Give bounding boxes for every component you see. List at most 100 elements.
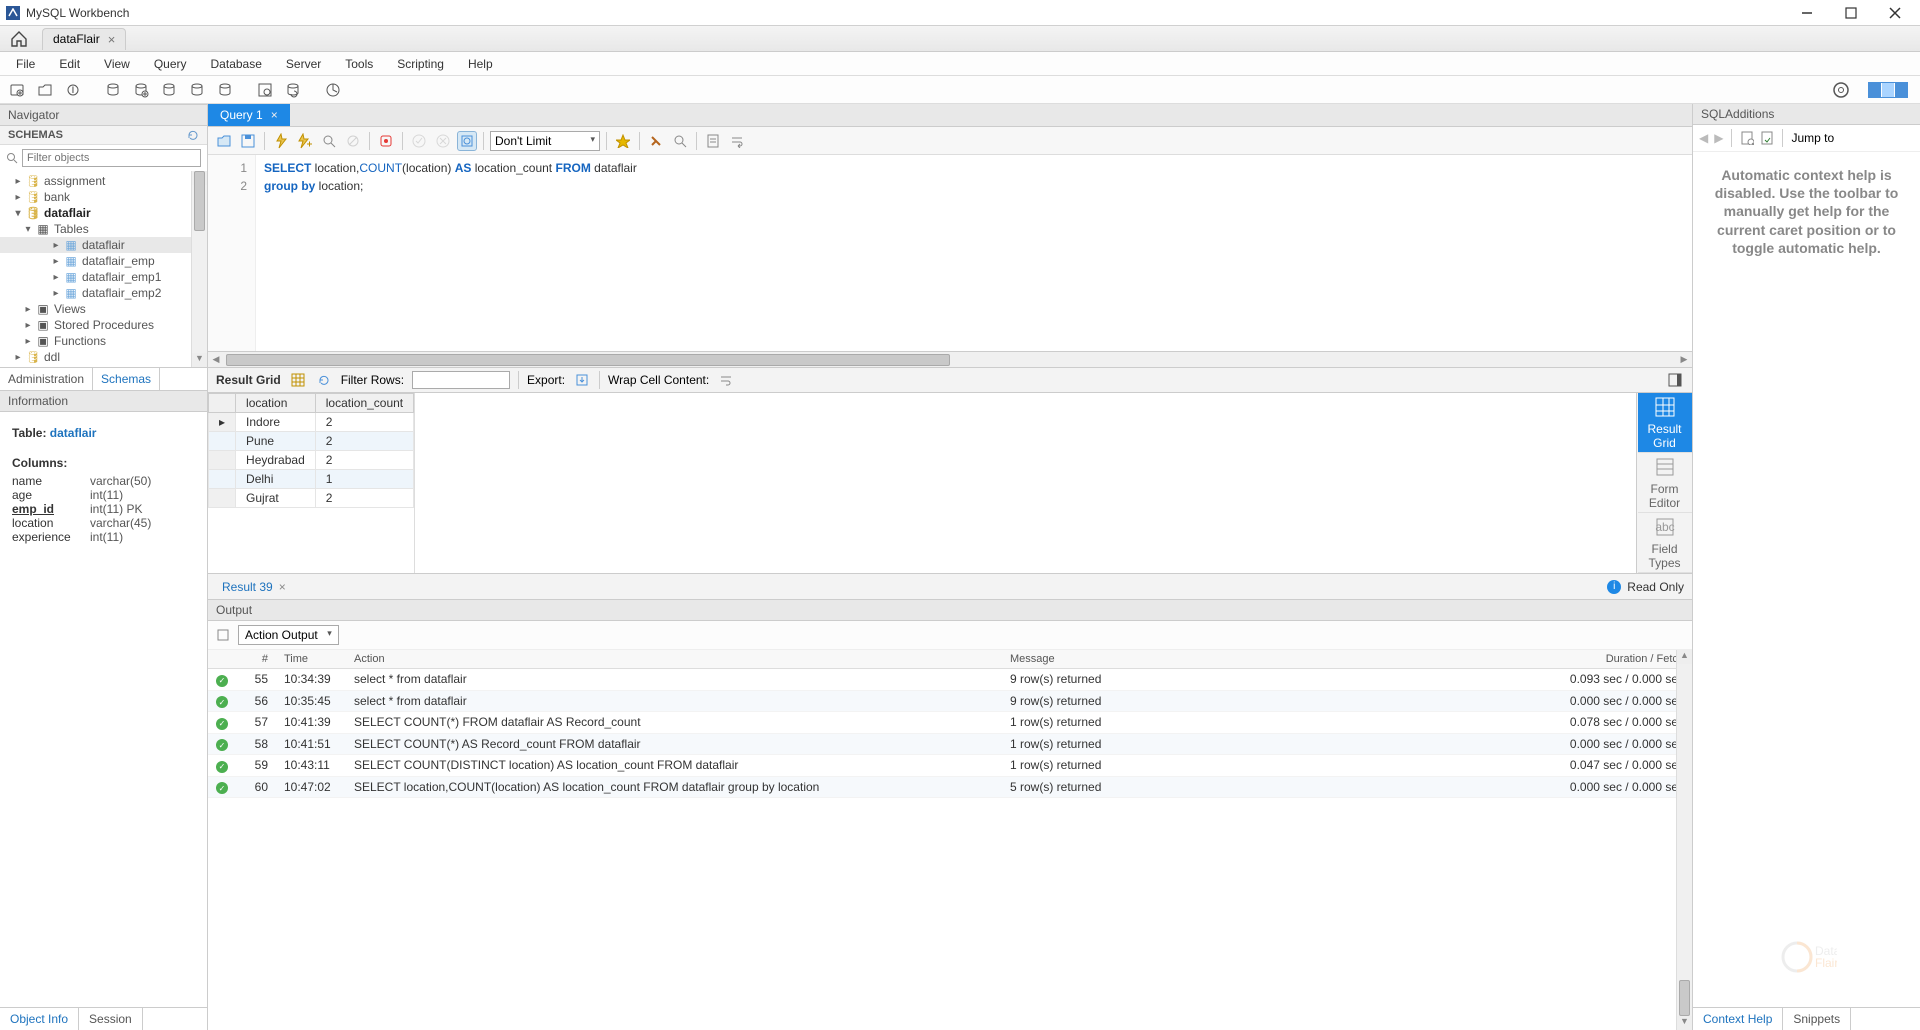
tab-snippets[interactable]: Snippets — [1783, 1008, 1851, 1030]
tree-item-functions[interactable]: ▸▣Functions — [0, 333, 207, 349]
close-button[interactable] — [1888, 6, 1902, 20]
create-func-icon[interactable] — [214, 79, 236, 101]
settings-icon[interactable] — [1830, 79, 1852, 101]
col-action[interactable]: Action — [346, 650, 1002, 669]
reconnect-icon[interactable] — [282, 79, 304, 101]
tab-object-info[interactable]: Object Info — [0, 1008, 79, 1030]
tree-item-views[interactable]: ▸▣Views — [0, 301, 207, 317]
tab-schemas[interactable]: Schemas — [93, 368, 160, 390]
table-row[interactable]: Heydrabad2 — [209, 451, 414, 470]
open-sql-icon[interactable] — [34, 79, 56, 101]
sql-editor[interactable]: 12 SELECT location,COUNT(location) AS lo… — [208, 155, 1692, 351]
col-duration[interactable]: Duration / Fetch — [1542, 650, 1692, 669]
tree-item-bank[interactable]: ▸🛢bank — [0, 189, 207, 205]
editor-hscrollbar[interactable]: ◀▶ — [208, 351, 1692, 367]
field-types-view-button[interactable]: abc Field Types — [1638, 513, 1692, 573]
refresh-schemas-icon[interactable] — [187, 129, 199, 141]
output-row[interactable]: ✓5510:34:39select * from dataflair9 row(… — [208, 669, 1692, 691]
commit-icon[interactable] — [409, 131, 429, 151]
output-table[interactable]: # Time Action Message Duration / Fetch ✓… — [208, 650, 1692, 1030]
stop-icon[interactable] — [343, 131, 363, 151]
export-icon[interactable] — [573, 371, 591, 389]
execute-current-icon[interactable] — [295, 131, 315, 151]
create-schema-icon[interactable] — [102, 79, 124, 101]
output-row[interactable]: ✓5810:41:51SELECT COUNT(*) AS Record_cou… — [208, 733, 1692, 755]
search-table-data-icon[interactable] — [254, 79, 276, 101]
table-row[interactable]: Gujrat2 — [209, 489, 414, 508]
beautify-icon[interactable] — [613, 131, 633, 151]
zoom-icon[interactable] — [670, 131, 690, 151]
menu-edit[interactable]: Edit — [49, 53, 90, 75]
new-sql-tab-icon[interactable] — [6, 79, 28, 101]
col-time[interactable]: Time — [276, 650, 346, 669]
tree-item-tables[interactable]: ▾▦Tables — [0, 221, 207, 237]
tree-item-table-dataflair-emp[interactable]: ▸▦dataflair_emp — [0, 253, 207, 269]
sql-code[interactable]: SELECT location,COUNT(location) AS locat… — [256, 155, 645, 351]
tree-item-table-dataflair-emp2[interactable]: ▸▦dataflair_emp2 — [0, 285, 207, 301]
output-selector[interactable]: Action Output — [238, 625, 339, 645]
menu-database[interactable]: Database — [201, 53, 272, 75]
close-icon[interactable]: × — [271, 108, 278, 122]
refresh-result-icon[interactable] — [315, 371, 333, 389]
inspector-icon[interactable]: i — [62, 79, 84, 101]
tab-session[interactable]: Session — [79, 1008, 143, 1030]
maximize-button[interactable] — [1844, 6, 1858, 20]
rollback-icon[interactable] — [433, 131, 453, 151]
output-row[interactable]: ✓5710:41:39SELECT COUNT(*) FROM dataflai… — [208, 712, 1692, 734]
create-table-icon[interactable] — [130, 79, 152, 101]
snippet-icon[interactable] — [703, 131, 723, 151]
col-header-location[interactable]: location — [236, 394, 316, 413]
form-editor-view-button[interactable]: Form Editor — [1638, 453, 1692, 513]
tree-item-dataflair[interactable]: ▾🛢dataflair — [0, 205, 207, 221]
menu-scripting[interactable]: Scripting — [387, 53, 454, 75]
connection-tab-dataflair[interactable]: dataFlair × — [42, 28, 126, 50]
close-icon[interactable]: × — [279, 580, 286, 594]
filter-rows-input[interactable] — [412, 371, 510, 389]
word-wrap-icon[interactable] — [727, 131, 747, 151]
open-file-icon[interactable] — [214, 131, 234, 151]
menu-help[interactable]: Help — [458, 53, 503, 75]
result-grid[interactable]: location location_count ▸Indore2 Pune2 H… — [208, 393, 415, 573]
tab-administration[interactable]: Administration — [0, 368, 93, 390]
jump-to-label[interactable]: Jump to — [1791, 131, 1834, 145]
tab-context-help[interactable]: Context Help — [1693, 1008, 1783, 1030]
toggle-side-panel-icon[interactable] — [1666, 371, 1684, 389]
create-proc-icon[interactable] — [186, 79, 208, 101]
menu-view[interactable]: View — [94, 53, 140, 75]
limit-selector[interactable]: Don't Limit▾ — [490, 131, 600, 151]
result-grid-view-button[interactable]: Result Grid — [1638, 393, 1692, 453]
minimize-button[interactable] — [1800, 6, 1814, 20]
save-icon[interactable] — [238, 131, 258, 151]
nav-back-icon[interactable]: ◀ — [1699, 131, 1708, 145]
menu-query[interactable]: Query — [144, 53, 197, 75]
table-row[interactable]: Delhi1 — [209, 470, 414, 489]
toggle-autocommit-icon[interactable] — [376, 131, 396, 151]
output-row[interactable]: ✓6010:47:02SELECT location,COUNT(locatio… — [208, 776, 1692, 798]
tree-scrollbar[interactable]: ▲▼ — [191, 171, 207, 367]
close-icon[interactable]: × — [108, 32, 116, 47]
result-grid-icon[interactable] — [289, 371, 307, 389]
table-row[interactable]: ▸Indore2 — [209, 413, 414, 432]
output-scrollbar[interactable]: ▲▼ — [1676, 650, 1692, 1030]
col-hash[interactable]: # — [236, 650, 276, 669]
manual-help-icon[interactable] — [1760, 131, 1774, 145]
output-row[interactable]: ✓5910:43:11SELECT COUNT(DISTINCT locatio… — [208, 755, 1692, 777]
tree-item-table-dataflair[interactable]: ▸▦dataflair — [0, 237, 207, 253]
query-tab-1[interactable]: Query 1 × — [208, 104, 290, 126]
tree-item-assignment[interactable]: ▸🛢assignment — [0, 173, 207, 189]
menu-file[interactable]: File — [6, 53, 45, 75]
filter-schemas-input[interactable] — [22, 149, 201, 167]
home-icon[interactable] — [10, 30, 28, 48]
wrap-cell-icon[interactable] — [717, 371, 735, 389]
col-message[interactable]: Message — [1002, 650, 1542, 669]
output-row[interactable]: ✓5610:35:45select * from dataflair9 row(… — [208, 690, 1692, 712]
explain-icon[interactable] — [319, 131, 339, 151]
clear-output-icon[interactable] — [216, 628, 230, 642]
menu-tools[interactable]: Tools — [335, 53, 383, 75]
execute-icon[interactable] — [271, 131, 291, 151]
tree-item-ddl[interactable]: ▸🛢ddl — [0, 349, 207, 365]
toggle-whitespace-icon[interactable] — [457, 131, 477, 151]
dashboard-icon[interactable] — [322, 79, 344, 101]
result-tab-39[interactable]: Result 39 × — [216, 576, 292, 598]
auto-help-icon[interactable] — [1740, 131, 1754, 145]
